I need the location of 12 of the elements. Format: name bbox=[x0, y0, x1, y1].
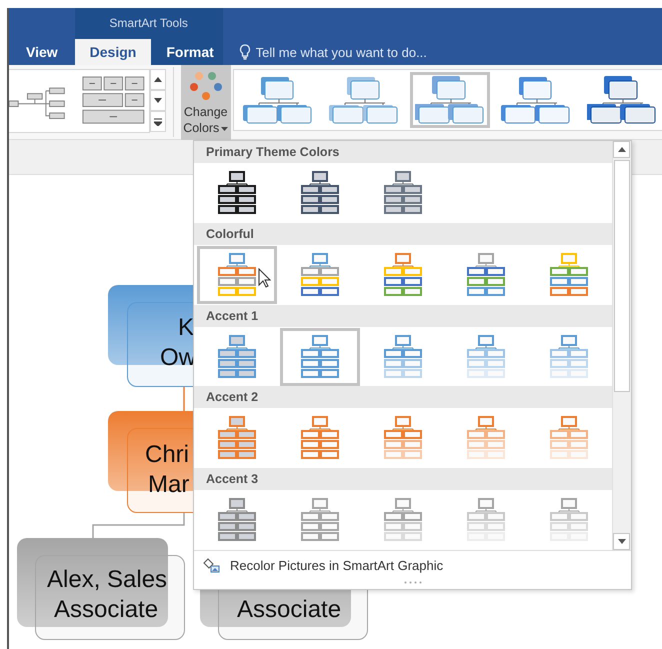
node-label: Chri bbox=[145, 440, 190, 470]
section-heading: Accent 3 bbox=[206, 472, 258, 486]
node-label: Alex, Sales bbox=[47, 565, 168, 595]
node-label: Associate bbox=[54, 595, 158, 625]
section-heading: Accent 2 bbox=[206, 390, 258, 404]
contextual-title: SmartArt Tools bbox=[109, 15, 188, 31]
section-heading: Accent 1 bbox=[206, 308, 258, 323]
node-label: Mar bbox=[148, 470, 190, 500]
node-label: Associate bbox=[237, 595, 342, 625]
section-heading: Primary Theme Colors bbox=[206, 144, 340, 159]
section-heading: Colorful bbox=[206, 226, 254, 241]
node-label: K bbox=[178, 313, 194, 343]
